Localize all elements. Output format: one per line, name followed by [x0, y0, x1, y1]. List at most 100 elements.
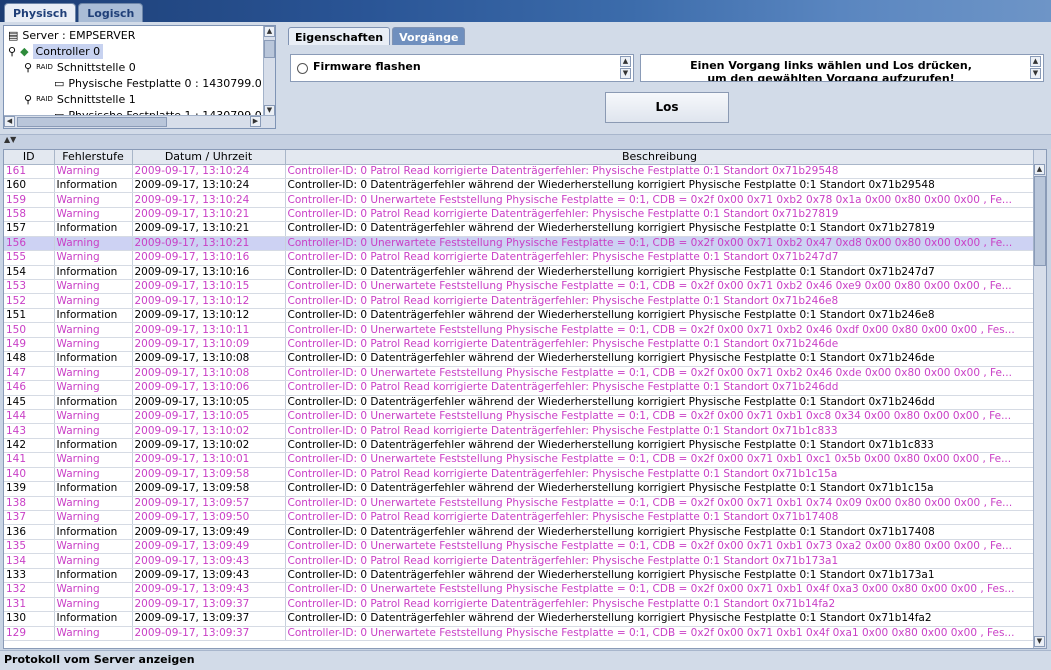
column-header-datetime[interactable]: Datum / Uhrzeit [132, 150, 286, 165]
raid-icon: RAID [36, 63, 53, 71]
table-row[interactable]: 151 Information 2009-09-17, 13:10:12 Contro… [4, 308, 1035, 324]
expand-icon[interactable]: ⚲ [8, 44, 16, 59]
table-row[interactable]: 149 Warning 2009-09-17, 13:10:09 Controller… [4, 337, 1035, 353]
tab-vorgaenge[interactable]: Vorgänge [392, 27, 466, 45]
table-row[interactable]: 147 Warning 2009-09-17, 13:10:08 Controller… [4, 366, 1035, 382]
scroll-up-icon[interactable]: ▲ [1034, 164, 1045, 175]
cell-id: 130 [4, 611, 55, 627]
cell-description: Controller-ID: 0 Unerwartete Feststellun… [285, 366, 1035, 382]
column-header-severity[interactable]: Fehlerstufe [54, 150, 133, 165]
tree-item-port0[interactable]: ⚲ RAID Schnittstelle 0 [24, 60, 136, 75]
info-scrollbar[interactable]: ▲ ▼ [1030, 56, 1042, 80]
table-row[interactable]: 139 Information 2009-09-17, 13:09:58 Contro… [4, 481, 1035, 497]
expand-icon[interactable]: ⚲ [24, 92, 32, 107]
cell-datetime: 2009-09-17, 13:10:21 [132, 207, 286, 223]
panel-tabs: Eigenschaften Vorgänge [288, 27, 467, 45]
cell-severity: Warning [54, 293, 133, 309]
table-row[interactable]: 138 Warning 2009-09-17, 13:09:57 Controller… [4, 496, 1035, 512]
operation-list-scrollbar[interactable]: ▲ ▼ [620, 56, 632, 80]
splitter-arrows-icon[interactable]: ▲▼ [4, 135, 16, 144]
table-row[interactable]: 159 Warning 2009-09-17, 13:10:24 Controller… [4, 192, 1035, 208]
tab-eigenschaften[interactable]: Eigenschaften [288, 27, 391, 45]
scroll-down-icon[interactable]: ▼ [1030, 68, 1041, 79]
tree-item-port1[interactable]: ⚲ RAID Schnittstelle 1 [24, 92, 136, 107]
cell-description: Controller-ID: 0 Datenträgerfehler währe… [285, 438, 1035, 454]
table-row[interactable]: 156 Warning 2009-09-17, 13:10:21 Controller… [4, 236, 1035, 252]
cell-description: Controller-ID: 0 Patrol Read korrigierte… [285, 250, 1035, 266]
cell-id: 159 [4, 192, 55, 208]
cell-severity: Information [54, 568, 133, 584]
scroll-up-icon[interactable]: ▲ [264, 26, 275, 37]
column-header-id[interactable]: ID [4, 150, 55, 165]
table-row[interactable]: 134 Warning 2009-09-17, 13:09:43 Controller… [4, 553, 1035, 569]
cell-severity: Information [54, 308, 133, 324]
table-row[interactable]: 132 Warning 2009-09-17, 13:09:43 Controller… [4, 582, 1035, 598]
log-vertical-scrollbar[interactable]: ▲ ▼ [1033, 150, 1046, 648]
table-row[interactable]: 160 Information 2009-09-17, 13:10:24 Contro… [4, 178, 1035, 194]
scroll-down-icon[interactable]: ▼ [1034, 636, 1045, 647]
table-row[interactable]: 153 Warning 2009-09-17, 13:10:15 Controller… [4, 279, 1035, 295]
table-row[interactable]: 154 Information 2009-09-17, 13:10:16 Contro… [4, 265, 1035, 281]
table-row[interactable]: 142 Information 2009-09-17, 13:10:02 Contro… [4, 438, 1035, 454]
cell-id: 154 [4, 265, 55, 281]
scroll-left-icon[interactable]: ◀ [4, 116, 15, 127]
cell-datetime: 2009-09-17, 13:09:58 [132, 481, 286, 497]
table-row[interactable]: 150 Warning 2009-09-17, 13:10:11 Controller… [4, 322, 1035, 338]
cell-description: Controller-ID: 0 Patrol Read korrigierte… [285, 207, 1035, 223]
cell-id: 139 [4, 481, 55, 497]
cell-severity: Warning [54, 380, 133, 396]
cell-severity: Information [54, 351, 133, 367]
cell-id: 148 [4, 351, 55, 367]
table-row[interactable]: 129 Warning 2009-09-17, 13:09:37 Controller… [4, 626, 1035, 641]
cell-description: Controller-ID: 0 Unerwartete Feststellun… [285, 409, 1035, 425]
table-row[interactable]: 148 Information 2009-09-17, 13:10:08 Contro… [4, 351, 1035, 367]
scroll-up-icon[interactable]: ▲ [1030, 56, 1041, 67]
cell-severity: Warning [54, 337, 133, 353]
table-row[interactable]: 152 Warning 2009-09-17, 13:10:12 Controller… [4, 293, 1035, 309]
cell-description: Controller-ID: 0 Datenträgerfehler währe… [285, 611, 1035, 627]
table-row[interactable]: 161 Warning 2009-09-17, 13:10:24 Controller… [4, 164, 1035, 179]
table-row[interactable]: 143 Warning 2009-09-17, 13:10:02 Controller… [4, 423, 1035, 439]
cell-datetime: 2009-09-17, 13:10:21 [132, 221, 286, 237]
cell-description: Controller-ID: 0 Unerwartete Feststellun… [285, 582, 1035, 598]
tree-item-server[interactable]: ▤ Server : EMPSERVER [8, 28, 135, 43]
table-row[interactable]: 140 Warning 2009-09-17, 13:09:58 Controller… [4, 467, 1035, 483]
tree-horizontal-scrollbar[interactable]: ◀ ▶ [4, 115, 275, 128]
table-row[interactable]: 136 Information 2009-09-17, 13:09:49 Contro… [4, 524, 1035, 540]
operation-label[interactable]: Firmware flashen [313, 60, 421, 73]
scroll-right-icon[interactable]: ▶ [250, 116, 261, 127]
tab-logisch[interactable]: Logisch [78, 3, 144, 22]
table-row[interactable]: 130 Information 2009-09-17, 13:09:37 Contro… [4, 611, 1035, 627]
operation-radio[interactable] [297, 63, 308, 74]
table-row[interactable]: 158 Warning 2009-09-17, 13:10:21 Controller… [4, 207, 1035, 223]
scroll-down-icon[interactable]: ▼ [620, 68, 631, 79]
cell-datetime: 2009-09-17, 13:09:49 [132, 539, 286, 555]
panel-splitter[interactable]: ▲▼ [0, 134, 1051, 149]
table-row[interactable]: 145 Information 2009-09-17, 13:10:05 Contro… [4, 395, 1035, 410]
table-row[interactable]: 157 Information 2009-09-17, 13:10:21 Contro… [4, 221, 1035, 237]
table-row[interactable]: 135 Warning 2009-09-17, 13:09:49 Controller… [4, 539, 1035, 555]
table-row[interactable]: 137 Warning 2009-09-17, 13:09:50 Controller… [4, 510, 1035, 526]
table-row[interactable]: 131 Warning 2009-09-17, 13:09:37 Controller… [4, 597, 1035, 613]
tree-item-controller[interactable]: ⚲ ◆ Controller 0 [8, 44, 104, 59]
cell-description: Controller-ID: 0 Unerwartete Feststellun… [285, 452, 1035, 468]
tab-physisch[interactable]: Physisch [4, 3, 77, 22]
cell-datetime: 2009-09-17, 13:09:37 [132, 611, 286, 627]
table-row[interactable]: 146 Warning 2009-09-17, 13:10:06 Controller… [4, 380, 1035, 396]
scroll-thumb[interactable] [264, 40, 275, 58]
tree-vertical-scrollbar[interactable]: ▲ ▼ [263, 26, 275, 116]
scroll-thumb[interactable] [17, 117, 167, 127]
expand-icon[interactable]: ⚲ [24, 60, 32, 75]
cell-id: 132 [4, 582, 55, 598]
event-log-table: ID Fehlerstufe Datum / Uhrzeit Beschreib… [3, 149, 1047, 649]
table-row[interactable]: 133 Information 2009-09-17, 13:09:43 Contro… [4, 568, 1035, 584]
tree-item-disk0[interactable]: ▭ Physische Festplatte 0 : 1430799.0 M [54, 76, 275, 91]
los-button[interactable]: Los [605, 92, 729, 123]
column-header-description[interactable]: Beschreibung [285, 150, 1035, 165]
scroll-thumb[interactable] [1034, 176, 1046, 266]
tree-item-label: Server : EMPSERVER [22, 29, 136, 42]
table-row[interactable]: 141 Warning 2009-09-17, 13:10:01 Controller… [4, 452, 1035, 468]
table-row[interactable]: 144 Warning 2009-09-17, 13:10:05 Controller… [4, 409, 1035, 425]
table-row[interactable]: 155 Warning 2009-09-17, 13:10:16 Controller… [4, 250, 1035, 266]
scroll-up-icon[interactable]: ▲ [620, 56, 631, 67]
